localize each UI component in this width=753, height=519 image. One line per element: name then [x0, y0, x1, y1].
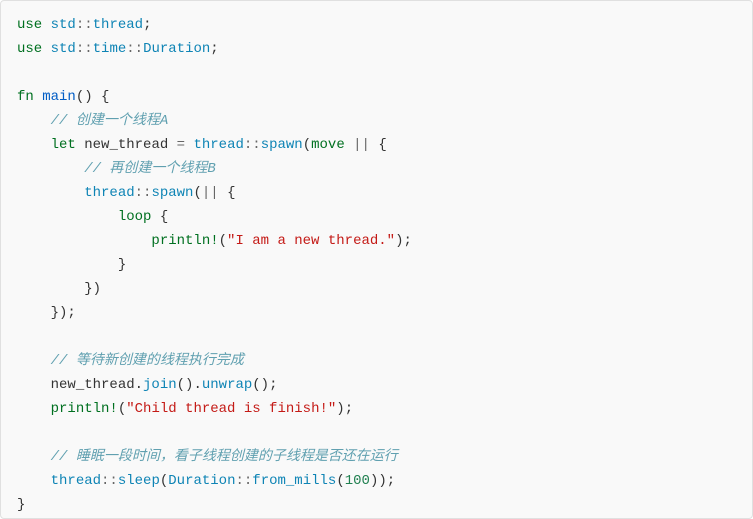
- line-1: use std::thread;: [17, 17, 151, 33]
- line-13: });: [17, 305, 76, 321]
- line-8: thread::spawn(|| {: [17, 185, 236, 201]
- line-11: }: [17, 257, 126, 273]
- code-block: use std::thread; use std::time::Duration…: [0, 0, 753, 519]
- line-6: let new_thread = thread::spawn(move || {: [17, 137, 387, 153]
- line-4: fn main() {: [17, 89, 109, 105]
- line-5: // 创建一个线程A: [17, 113, 168, 129]
- line-21: }: [17, 497, 25, 513]
- line-9: loop {: [17, 209, 168, 225]
- line-16: new_thread.join().unwrap();: [17, 377, 278, 393]
- line-7: // 再创建一个线程B: [17, 161, 216, 177]
- line-10: println!("I am a new thread.");: [17, 233, 412, 249]
- line-17: println!("Child thread is finish!");: [17, 401, 353, 417]
- line-15: // 等待新创建的线程执行完成: [17, 353, 244, 369]
- line-2: use std::time::Duration;: [17, 41, 219, 57]
- line-20: thread::sleep(Duration::from_mills(100))…: [17, 473, 395, 489]
- line-12: }): [17, 281, 101, 297]
- line-19: // 睡眠一段时间，看子线程创建的子线程是否还在运行: [17, 449, 398, 465]
